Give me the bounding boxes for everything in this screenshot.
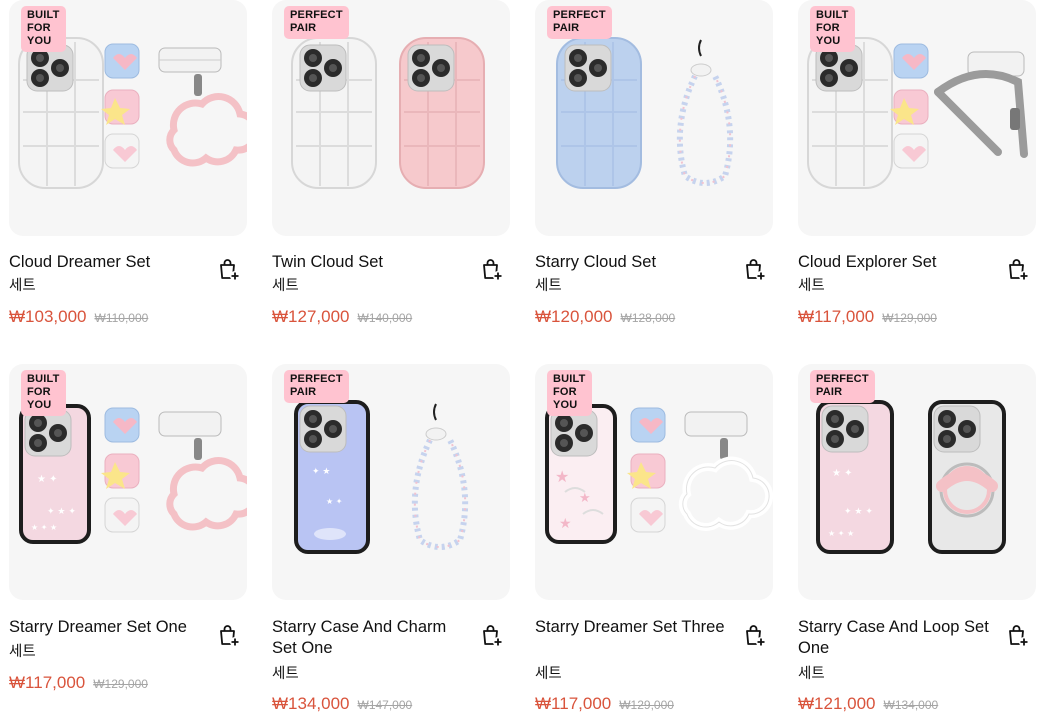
original-price: ₩134,000 xyxy=(883,698,939,712)
product-price: ₩121,000 ₩134,000 xyxy=(798,694,938,714)
cart-add-icon[interactable] xyxy=(479,257,505,283)
product-card[interactable]: BUILT FOR YOU Cloud Dreamer Set 세트 ₩103,00… xyxy=(9,0,247,330)
product-image[interactable]: PERFECT PAIR xyxy=(272,0,510,236)
original-price: ₩129,000 xyxy=(882,311,937,325)
product-image[interactable]: PERFECT PAIR xyxy=(535,0,773,236)
product-image[interactable]: ★ ✦ ✦ ★ ✦ ★ ✦ ★ PERFECT PAIR xyxy=(798,364,1036,600)
product-card[interactable]: BUILT FOR YOU Cloud Explorer Set 세트 ₩117,0… xyxy=(798,0,1036,330)
promo-badge: BUILT FOR YOU xyxy=(547,370,592,416)
cart-add-icon[interactable] xyxy=(1005,257,1031,283)
cart-add-icon[interactable] xyxy=(742,623,768,649)
cart-add-icon[interactable] xyxy=(1005,623,1031,649)
sale-price: ₩117,000 xyxy=(9,673,86,692)
svg-text:★ ✦: ★ ✦ xyxy=(326,497,343,506)
product-category: 세트 xyxy=(535,278,562,294)
original-price: ₩110,000 xyxy=(94,311,149,325)
product-image[interactable]: BUILT FOR YOU xyxy=(9,0,247,236)
sale-price: ₩134,000 xyxy=(272,694,350,713)
svg-text:★ ✦: ★ ✦ xyxy=(37,474,58,485)
product-name[interactable]: Twin Cloud Set xyxy=(272,252,472,273)
product-category: 세트 xyxy=(9,278,36,294)
product-category: 세트 xyxy=(9,644,36,660)
product-name[interactable]: Cloud Explorer Set xyxy=(798,252,998,273)
svg-text:★: ★ xyxy=(555,467,569,486)
svg-text:★: ★ xyxy=(579,491,591,506)
product-price: ₩117,000 ₩129,000 xyxy=(535,694,674,714)
original-price: ₩128,000 xyxy=(620,311,676,325)
original-price: ₩129,000 xyxy=(93,677,148,691)
svg-text:★ ✦ ★: ★ ✦ ★ xyxy=(828,529,854,538)
promo-badge: PERFECT PAIR xyxy=(284,370,349,403)
product-price: ₩103,000 ₩110,000 xyxy=(9,307,148,327)
promo-badge: PERFECT PAIR xyxy=(810,370,875,403)
product-category: 세트 xyxy=(798,278,825,294)
product-price: ₩127,000 ₩140,000 xyxy=(272,307,412,327)
product-price: ₩120,000 ₩128,000 xyxy=(535,307,675,327)
original-price: ₩129,000 xyxy=(619,698,674,712)
sale-price: ₩103,000 xyxy=(9,307,87,326)
promo-badge: PERFECT PAIR xyxy=(284,6,349,39)
sale-price: ₩117,000 xyxy=(535,694,612,713)
product-card[interactable]: PERFECT PAIR Twin Cloud Set 세트 ₩127,000 ₩1… xyxy=(272,0,510,330)
cart-add-icon[interactable] xyxy=(742,257,768,283)
original-price: ₩140,000 xyxy=(357,311,413,325)
promo-badge: BUILT FOR YOU xyxy=(21,6,66,52)
product-card[interactable]: ★ ★ ★ BUILT FOR YOU Starry Dreamer Set Thr… xyxy=(535,364,773,724)
product-category: 세트 xyxy=(272,278,299,294)
product-name[interactable]: Starry Case And Loop Set One xyxy=(798,617,998,659)
product-price: ₩117,000 ₩129,000 xyxy=(798,307,937,327)
svg-text:★ ✦ ★: ★ ✦ ★ xyxy=(31,523,57,532)
product-image[interactable]: ★ ★ ★ BUILT FOR YOU xyxy=(535,364,773,600)
product-card[interactable]: ✦ ★ ★ ✦ PERFECT PAIR Starry Case And Char… xyxy=(272,364,510,724)
product-name[interactable]: Starry Case And Charm Set One xyxy=(272,617,472,659)
sale-price: ₩121,000 xyxy=(798,694,876,713)
product-category: 세트 xyxy=(535,666,562,682)
svg-text:✦ ★: ✦ ★ xyxy=(312,467,330,477)
cart-add-icon[interactable] xyxy=(216,257,242,283)
product-card[interactable]: ★ ✦ ✦ ★ ✦ ★ ✦ ★ PERFECT PAIR Starry Case … xyxy=(798,364,1036,724)
product-name[interactable]: Starry Dreamer Set Three xyxy=(535,617,735,638)
product-price: ₩117,000 ₩129,000 xyxy=(9,673,148,693)
original-price: ₩147,000 xyxy=(357,698,413,712)
product-name[interactable]: Cloud Dreamer Set xyxy=(9,252,209,273)
product-name[interactable]: Starry Dreamer Set One xyxy=(9,617,219,638)
product-image[interactable]: ★ ✦ ✦ ★ ✦ ★ ✦ ★ BUILT FOR YOU xyxy=(9,364,247,600)
promo-badge: BUILT FOR YOU xyxy=(21,370,66,416)
sale-price: ₩127,000 xyxy=(272,307,350,326)
product-image[interactable]: BUILT FOR YOU xyxy=(798,0,1036,236)
svg-text:★: ★ xyxy=(559,516,572,532)
product-card[interactable]: PERFECT PAIR Starry Cloud Set 세트 ₩120,000… xyxy=(535,0,773,330)
promo-badge: BUILT FOR YOU xyxy=(810,6,855,52)
cart-add-icon[interactable] xyxy=(479,623,505,649)
product-image[interactable]: ✦ ★ ★ ✦ PERFECT PAIR xyxy=(272,364,510,600)
product-category: 세트 xyxy=(272,666,299,682)
svg-text:✦ ★ ✦: ✦ ★ ✦ xyxy=(47,507,76,517)
promo-badge: PERFECT PAIR xyxy=(547,6,612,39)
svg-text:✦ ★ ✦: ✦ ★ ✦ xyxy=(844,507,873,517)
sale-price: ₩120,000 xyxy=(535,307,613,326)
product-name[interactable]: Starry Cloud Set xyxy=(535,252,735,273)
sale-price: ₩117,000 xyxy=(798,307,875,326)
svg-text:★ ✦: ★ ✦ xyxy=(832,468,853,479)
product-category: 세트 xyxy=(798,666,825,682)
cart-add-icon[interactable] xyxy=(216,623,242,649)
product-card[interactable]: ★ ✦ ✦ ★ ✦ ★ ✦ ★ BUILT FOR YOU Starry Dream… xyxy=(9,364,247,694)
product-price: ₩134,000 ₩147,000 xyxy=(272,694,412,714)
